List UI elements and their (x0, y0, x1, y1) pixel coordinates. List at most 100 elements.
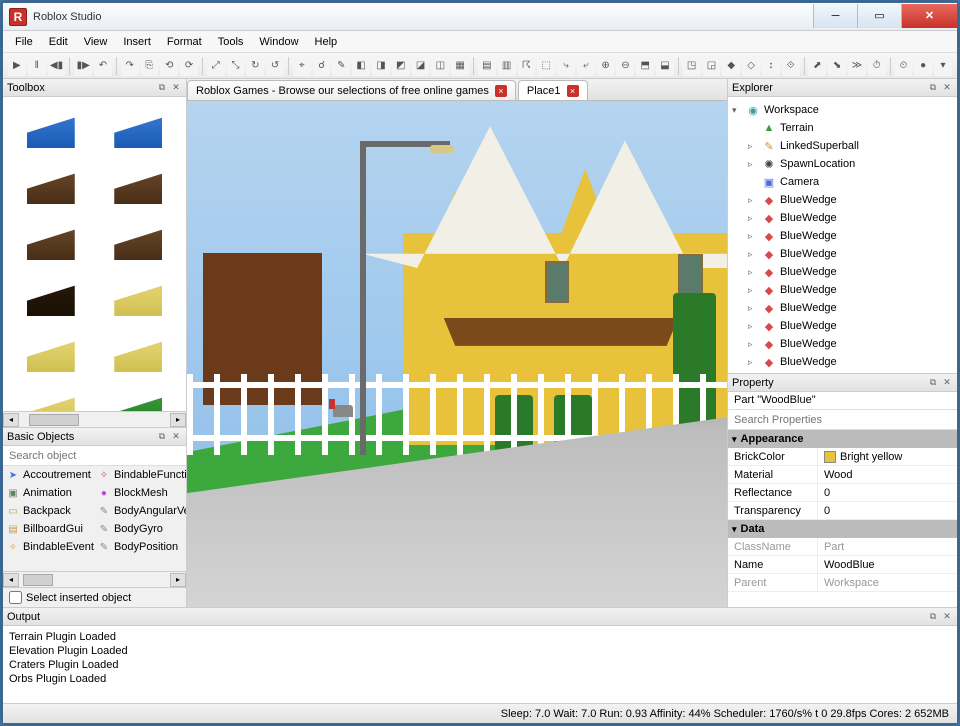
toolbar-button[interactable]: ◀▮ (48, 56, 66, 76)
toolbar-button[interactable]: ⬒ (636, 56, 654, 76)
toolbar-button[interactable]: ◲ (703, 56, 721, 76)
undock-icon[interactable]: ⧉ (927, 82, 939, 94)
tree-node[interactable]: ▹✺SpawnLocation (732, 155, 953, 173)
toolbar-button[interactable]: ↶ (94, 56, 112, 76)
toolbar-button[interactable]: ⊖ (616, 56, 634, 76)
toolbar-button[interactable]: ⬚ (537, 56, 555, 76)
toolbox-item[interactable] (9, 271, 93, 323)
toolbox-item[interactable] (97, 271, 181, 323)
toolbar-button[interactable]: ◪ (412, 56, 430, 76)
minimize-button[interactable]: ─ (813, 4, 857, 28)
toolbar-button[interactable]: ▥ (498, 56, 516, 76)
toolbar-button[interactable]: ⤶ (577, 56, 595, 76)
toolbox-item[interactable] (97, 327, 181, 379)
basic-object-item[interactable]: ✎BodyPosition (94, 538, 186, 556)
tree-node[interactable]: ▹◆BlueWedge (732, 317, 953, 335)
basic-object-item[interactable]: ▭Backpack (3, 502, 94, 520)
tree-node[interactable]: ▹◆BlueWedge (732, 281, 953, 299)
maximize-button[interactable]: ▭ (857, 4, 901, 28)
toolbar-button[interactable]: ⬈ (808, 56, 826, 76)
toolbar-button[interactable]: ◳ (683, 56, 701, 76)
viewport-3d[interactable] (187, 101, 727, 607)
undock-icon[interactable]: ⧉ (927, 611, 939, 623)
toolbar-button[interactable]: ⤢ (207, 56, 225, 76)
toolbox-item[interactable] (9, 103, 93, 155)
tree-node[interactable]: ▹◆BlueWedge (732, 209, 953, 227)
toolbar-button[interactable]: ◧ (352, 56, 370, 76)
menu-view[interactable]: View (76, 33, 116, 51)
tree-node[interactable]: ▹◆BlueWedge (732, 245, 953, 263)
toolbar-button[interactable]: ⬊ (828, 56, 846, 76)
toolbar-button[interactable]: ◆ (722, 56, 740, 76)
property-search-input[interactable] (728, 410, 957, 430)
tree-node[interactable]: ▹✎LinkedSuperball (732, 137, 953, 155)
property-row[interactable]: Reflectance0 (728, 484, 957, 502)
property-row[interactable]: MaterialWood (728, 466, 957, 484)
property-row[interactable]: ParentWorkspace (728, 574, 957, 592)
property-group-header[interactable]: ▾Data (728, 520, 957, 538)
tree-node[interactable]: ▹◆BlueWedge (732, 227, 953, 245)
toolbar-button[interactable]: ▤ (478, 56, 496, 76)
basic-search-input[interactable] (3, 446, 186, 466)
toolbar-button[interactable]: ☌ (313, 56, 331, 76)
toolbox-item[interactable] (9, 215, 93, 267)
toolbar-button[interactable]: ⏱ (868, 56, 886, 76)
basic-object-item[interactable]: ✎BodyGyro (94, 520, 186, 538)
toolbar-button[interactable]: ⟳ (180, 56, 198, 76)
toolbar-button[interactable]: ▾ (934, 56, 952, 76)
scroll-left-icon[interactable]: ◂ (3, 413, 19, 427)
toolbar-button[interactable]: ▮▶ (74, 56, 92, 76)
tab-close-icon[interactable]: × (495, 85, 507, 97)
close-icon[interactable]: ✕ (170, 431, 182, 443)
tab-close-icon[interactable]: × (567, 85, 579, 97)
undock-icon[interactable]: ⧉ (156, 431, 168, 443)
toolbar-button[interactable]: ◨ (372, 56, 390, 76)
toolbar-button[interactable]: ↷ (121, 56, 139, 76)
toolbar-button[interactable]: ◩ (392, 56, 410, 76)
select-inserted-row[interactable]: Select inserted object (3, 587, 186, 607)
toolbar-button[interactable]: ● (914, 56, 932, 76)
toolbar-button[interactable]: ▦ (451, 56, 469, 76)
tree-node[interactable]: ▹◆BlueWedge (732, 191, 953, 209)
select-inserted-checkbox[interactable] (9, 591, 22, 604)
document-tab[interactable]: Place1× (518, 80, 588, 100)
close-button[interactable]: ✕ (901, 4, 957, 28)
property-row[interactable]: Transparency0 (728, 502, 957, 520)
toolbar-button[interactable]: ↺ (266, 56, 284, 76)
document-tab[interactable]: Roblox Games - Browse our selections of … (187, 80, 516, 100)
toolbox-item[interactable] (97, 383, 181, 411)
tree-node[interactable]: ▹◆BlueWedge (732, 353, 953, 371)
toolbar-button[interactable]: ↕ (762, 56, 780, 76)
basic-object-item[interactable]: ➤Accoutrement (3, 466, 94, 484)
tree-node-workspace[interactable]: ▾◉Workspace (732, 101, 953, 119)
toolbar-button[interactable]: ⤡ (227, 56, 245, 76)
basic-object-item[interactable]: ▣Animation (3, 484, 94, 502)
scroll-right-icon[interactable]: ▸ (170, 413, 186, 427)
undock-icon[interactable]: ⧉ (927, 377, 939, 389)
undock-icon[interactable]: ⧉ (156, 82, 168, 94)
scroll-left-icon[interactable]: ◂ (3, 573, 19, 587)
toolbar-button[interactable]: ↻ (246, 56, 264, 76)
tree-node[interactable]: ▣Camera (732, 173, 953, 191)
toolbar-button[interactable]: ⊕ (597, 56, 615, 76)
toolbar-button[interactable]: ◫ (431, 56, 449, 76)
scroll-thumb[interactable] (29, 414, 79, 426)
close-icon[interactable]: ✕ (170, 82, 182, 94)
menu-tools[interactable]: Tools (210, 33, 252, 51)
toolbox-item[interactable] (97, 215, 181, 267)
toolbox-item[interactable] (9, 159, 93, 211)
toolbar-button[interactable]: ✎ (332, 56, 350, 76)
basic-object-item[interactable]: ▤BillboardGui (3, 520, 94, 538)
tree-node[interactable]: ▲Terrain (732, 119, 953, 137)
tree-node[interactable]: ▹◆BlueWedge (732, 299, 953, 317)
toolbox-item[interactable] (97, 103, 181, 155)
close-icon[interactable]: ✕ (941, 611, 953, 623)
toolbar-button[interactable]: ⬓ (656, 56, 674, 76)
tree-node[interactable]: ▹◆BlueWedge (732, 263, 953, 281)
toolbar-button[interactable]: ⤷ (557, 56, 575, 76)
close-icon[interactable]: ✕ (941, 377, 953, 389)
menu-help[interactable]: Help (307, 33, 346, 51)
toolbar-button[interactable]: ☈ (518, 56, 536, 76)
menu-insert[interactable]: Insert (115, 33, 159, 51)
toolbar-button[interactable]: ≫ (848, 56, 866, 76)
